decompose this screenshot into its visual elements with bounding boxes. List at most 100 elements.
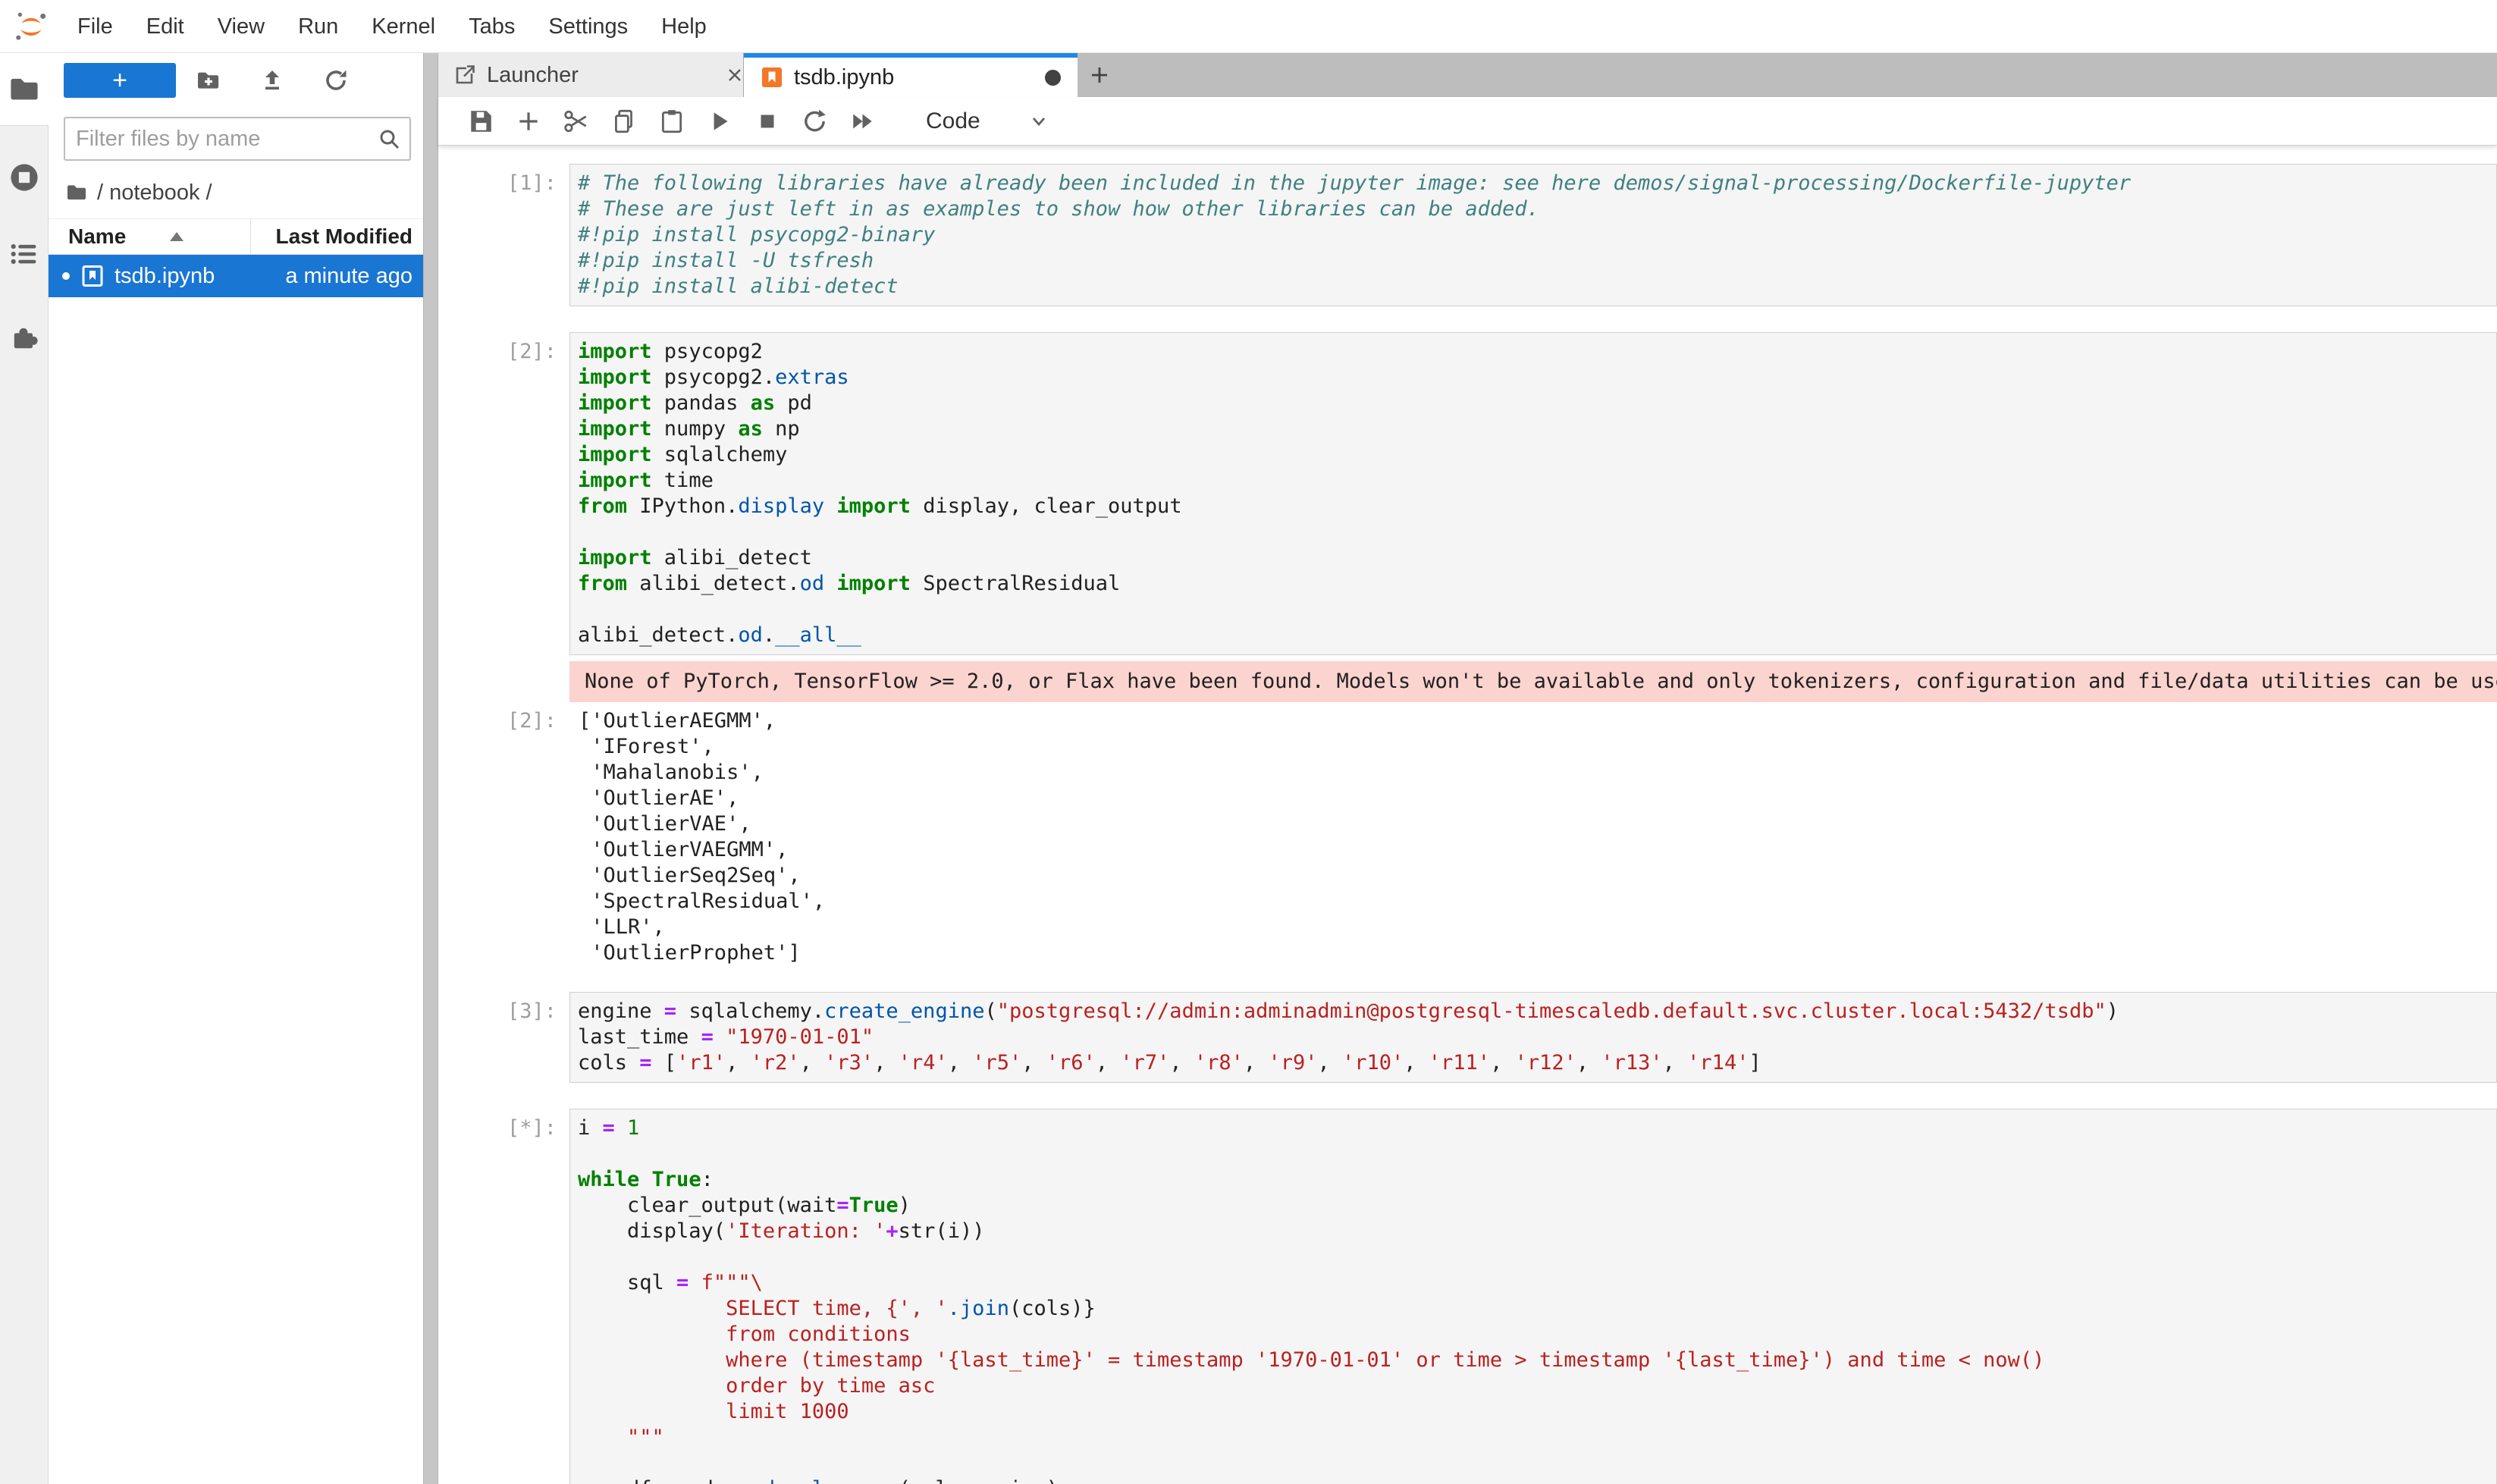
- file-listing-header: Name Last Modified: [49, 218, 423, 255]
- menu-item-edit[interactable]: Edit: [130, 0, 201, 53]
- cell-type-dropdown[interactable]: Code: [926, 108, 1050, 134]
- sidebar-tab-extensions[interactable]: [8, 322, 41, 359]
- sidebar-tab-toc[interactable]: [8, 237, 41, 275]
- scissors-icon: [563, 108, 590, 135]
- filter-files-input[interactable]: [65, 127, 378, 152]
- code-line: from alibi_detect.od import SpectralResi…: [578, 571, 2489, 597]
- jupyter-logo-icon: [14, 9, 49, 44]
- code-line: from conditions: [578, 1322, 2489, 1348]
- menu-item-file[interactable]: File: [61, 0, 130, 53]
- menu-item-help[interactable]: Help: [645, 0, 723, 53]
- tab-tsdb-ipynb[interactable]: tsdb.ipynb: [744, 53, 1078, 97]
- clipboard-icon: [658, 108, 685, 135]
- code-cell: [2]:import psycopg2import psycopg2.extra…: [438, 332, 2497, 655]
- output-line: ['OutlierAEGMM',: [579, 708, 2488, 734]
- panel-splitter[interactable]: [423, 53, 438, 1484]
- cell-editor[interactable]: engine = sqlalchemy.create_engine("postg…: [569, 992, 2497, 1083]
- paste-cells-button[interactable]: [658, 108, 685, 135]
- fast-forward-icon: [849, 108, 877, 135]
- restart-kernel-button[interactable]: [801, 108, 829, 135]
- save-icon: [467, 108, 494, 135]
- output-prompt: [2]:: [438, 708, 569, 966]
- save-button[interactable]: [467, 108, 494, 135]
- code-line: [578, 519, 2489, 545]
- code-line: import numpy as np: [578, 416, 2489, 442]
- code-line: import alibi_detect: [578, 545, 2489, 571]
- notebook-scroll-area[interactable]: [1]:# The following libraries have alrea…: [438, 146, 2497, 1484]
- interrupt-kernel-button[interactable]: [754, 108, 781, 135]
- code-line: from IPython.display import display, cle…: [578, 494, 2489, 519]
- home-folder-icon: [65, 181, 88, 204]
- run-button[interactable]: [706, 108, 733, 135]
- file-browser-panel: +: [49, 53, 423, 1484]
- dock-tab-bar: Launcher tsdb.ipynb: [438, 53, 2497, 97]
- output-text: ['OutlierAEGMM', 'IForest', 'Mahalanobis…: [569, 708, 2497, 966]
- restart-run-all-button[interactable]: [849, 108, 877, 135]
- code-cell: [*]:i = 1 while True: clear_output(wait=…: [438, 1109, 2497, 1484]
- code-line: clear_output(wait=True): [578, 1193, 2489, 1219]
- code-line: sql = f"""\: [578, 1270, 2489, 1296]
- code-line: cols = ['r1', 'r2', 'r3', 'r4', 'r5', 'r…: [578, 1050, 2489, 1076]
- code-line: [578, 1451, 2489, 1476]
- column-header-last-modified[interactable]: Last Modified: [276, 224, 423, 249]
- cell-editor[interactable]: import psycopg2import psycopg2.extrasimp…: [569, 332, 2497, 655]
- cut-cells-button[interactable]: [563, 108, 590, 135]
- execution-count: [3]:: [438, 992, 569, 1083]
- code-line: import time: [578, 468, 2489, 494]
- breadcrumb-path: / notebook /: [97, 180, 212, 206]
- sidebar-tab-filebrowser[interactable]: [0, 53, 49, 125]
- code-line: import psycopg2.extras: [578, 365, 2489, 391]
- tab-label: tsdb.ipynb: [794, 65, 894, 90]
- code-line: display('Iteration: '+str(i)): [578, 1219, 2489, 1244]
- menu-item-run[interactable]: Run: [281, 0, 355, 53]
- menu-item-view[interactable]: View: [201, 0, 281, 53]
- code-line: while True:: [578, 1167, 2489, 1193]
- launcher-icon: [453, 64, 476, 86]
- notebook-icon: [761, 66, 783, 89]
- execution-count: [2]:: [438, 332, 569, 655]
- plus-icon: [515, 108, 542, 135]
- output-line: 'IForest',: [579, 734, 2488, 760]
- stderr-output-row: None of PyTorch, TensorFlow >= 2.0, or F…: [438, 661, 2497, 702]
- file-row-tsdb-ipynb[interactable]: tsdb.ipynb a minute ago: [49, 255, 423, 297]
- code-line: """: [578, 1425, 2489, 1451]
- column-header-name[interactable]: Name: [49, 224, 126, 249]
- code-line: import psycopg2: [578, 339, 2489, 365]
- output-line: 'Mahalanobis',: [579, 760, 2488, 786]
- menu-item-tabs[interactable]: Tabs: [452, 0, 532, 53]
- notebook-toolbar: Code: [438, 97, 2497, 146]
- close-icon: [723, 64, 746, 86]
- tab-launcher[interactable]: Launcher: [438, 53, 744, 97]
- code-line: import pandas as pd: [578, 391, 2489, 416]
- cell-type-value: Code: [926, 108, 980, 134]
- file-listing-empty-area: [49, 297, 423, 1484]
- menu-item-settings[interactable]: Settings: [532, 0, 645, 53]
- output-line: 'OutlierVAEGMM',: [579, 837, 2488, 863]
- copy-cells-button[interactable]: [610, 108, 638, 135]
- cell-editor[interactable]: i = 1 while True: clear_output(wait=True…: [569, 1109, 2497, 1484]
- code-line: # The following libraries have already b…: [578, 171, 2489, 196]
- new-tab-button[interactable]: [1078, 53, 1121, 97]
- close-tab-button[interactable]: [708, 64, 731, 86]
- sidebar-tab-running[interactable]: [8, 161, 41, 198]
- refresh-button[interactable]: [323, 67, 349, 93]
- new-launcher-button[interactable]: +: [64, 63, 176, 98]
- menu-bar: File Edit View Run Kernel Tabs Settings …: [0, 0, 2497, 53]
- cell-editor[interactable]: # The following libraries have already b…: [569, 164, 2497, 306]
- copy-icon: [610, 108, 638, 135]
- sidebar-tab-strip: [0, 53, 49, 1484]
- new-folder-icon: [196, 67, 221, 93]
- code-line: #!pip install alibi-detect: [578, 274, 2489, 300]
- code-cell: [3]:engine = sqlalchemy.create_engine("p…: [438, 992, 2497, 1083]
- breadcrumb[interactable]: / notebook /: [49, 177, 423, 208]
- upload-button[interactable]: [259, 67, 285, 93]
- output-line: 'OutlierAE',: [579, 786, 2488, 811]
- column-divider: [250, 219, 251, 254]
- new-folder-button[interactable]: [196, 67, 221, 93]
- insert-cell-button[interactable]: [515, 108, 542, 135]
- code-line: alibi_detect.od.__all__: [578, 623, 2489, 648]
- extensions-puzzle-icon: [8, 322, 41, 355]
- menu-item-kernel[interactable]: Kernel: [355, 0, 452, 53]
- code-line: #!pip install psycopg2-binary: [578, 222, 2489, 248]
- folder-icon: [8, 73, 41, 106]
